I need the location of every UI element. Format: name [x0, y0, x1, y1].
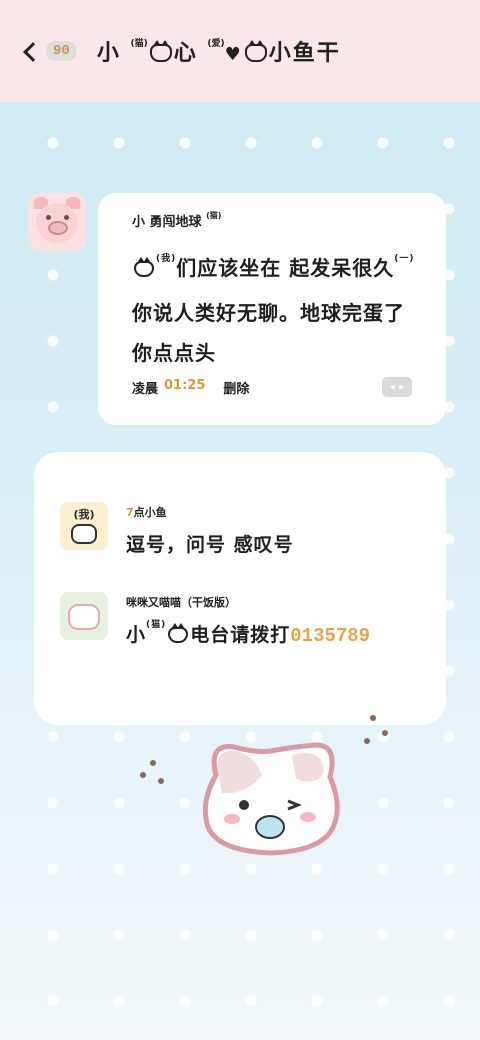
comment-text-part: 电台请拨打 — [190, 624, 291, 646]
title-part: 小 — [96, 41, 121, 66]
title-part: 心 — [173, 41, 198, 66]
commenter-avatar[interactable] — [60, 592, 108, 640]
cat-face-icon — [168, 623, 189, 643]
commenter-name-text: 点小鱼 — [133, 506, 167, 519]
pig-snout — [48, 221, 68, 235]
decor-speck — [370, 715, 376, 721]
comment-content: 咪咪又喵喵（干饭版） 小(猫) 电台请拨打0135789 — [126, 592, 370, 647]
message-line: (我)们应该坐在 起发呆很久(一) — [132, 248, 424, 293]
pig-eye — [64, 215, 69, 220]
time-label: 凌晨 — [132, 382, 159, 397]
post-meta: 凌晨 01:25 删除 — [132, 378, 249, 397]
comments-card: (我) 7点小鱼 逗号，问号 感叹号 咪咪又喵喵（干饭版） 小(猫) 电台请拨打0… — [34, 452, 446, 725]
decor-speck — [140, 772, 146, 778]
author-avatar[interactable] — [28, 193, 86, 251]
chevron-left-icon — [23, 42, 43, 62]
comment-text: 小(猫) 电台请拨打0135789 — [126, 620, 370, 647]
cat-face-icon — [134, 257, 154, 277]
delete-button[interactable]: 删除 — [223, 378, 249, 397]
post-message: (我)们应该坐在 起发呆很久(一) 你说人类好无聊。地球完蛋了 你点点头 — [132, 248, 424, 373]
author-annotation: (猫) — [206, 211, 222, 220]
message-line: 你说人类好无聊。地球完蛋了 — [132, 301, 405, 325]
comment-text-part: 小 — [126, 624, 147, 646]
avatar-label: (我) — [73, 508, 95, 521]
message-annotation: (我) — [156, 254, 177, 264]
comment-text: 逗号，问号 感叹号 — [126, 534, 294, 556]
commenter-avatar[interactable]: (我) — [60, 502, 108, 550]
post-author-name: 小 勇闯地球 — [132, 215, 202, 230]
comment-item[interactable]: (我) 7点小鱼 逗号，问号 感叹号 — [60, 502, 294, 557]
cat-face-icon — [149, 40, 172, 62]
comment-annotation: (猫) — [146, 620, 167, 630]
message-annotation: (一) — [394, 254, 415, 264]
pig-eye — [46, 215, 51, 220]
dot-icon — [391, 385, 395, 389]
decor-speck — [150, 760, 156, 766]
back-button[interactable]: 90 — [23, 41, 77, 62]
post-card: 小 勇闯地球 (猫) (我)们应该坐在 起发呆很久(一) 你说人类好无聊。地球完… — [98, 193, 446, 425]
commenter-name-number: 7 — [126, 506, 134, 519]
decor-speck — [382, 730, 388, 736]
title-part: 小鱼干 — [268, 41, 341, 66]
cat-mascot-illustration — [202, 742, 340, 856]
cat-face-icon — [244, 40, 267, 62]
commenter-name: 咪咪又喵喵（干饭版） — [126, 596, 236, 609]
post-author[interactable]: 小 勇闯地球 (猫) — [132, 211, 424, 230]
dot-icon — [399, 385, 403, 389]
title-annotation: (猫) — [130, 39, 148, 49]
message-line: 你点点头 — [132, 341, 216, 365]
page-title: 小 (猫) 心 (爱)♥ 小鱼干 — [97, 35, 341, 67]
top-bar: 90 小 (猫) 心 (爱)♥ 小鱼干 — [0, 0, 480, 102]
heart-face-icon: ♥ — [224, 44, 243, 65]
decor-speck — [364, 738, 370, 744]
decor-speck — [158, 778, 164, 784]
title-annotation: (爱) — [207, 39, 225, 49]
more-options-button[interactable] — [382, 377, 412, 397]
commenter-name: 7点小鱼 — [126, 504, 294, 520]
message-text: 们应该坐在 起发呆很久 — [176, 256, 395, 280]
phone-number[interactable]: 0135789 — [290, 625, 370, 647]
comment-content: 7点小鱼 逗号，问号 感叹号 — [126, 502, 294, 557]
time-value: 01:25 — [164, 378, 206, 393]
cat-face-icon — [71, 524, 97, 544]
kitten-face-icon — [68, 604, 100, 630]
unread-count-badge: 90 — [46, 41, 77, 61]
comment-item[interactable]: 咪咪又喵喵（干饭版） 小(猫) 电台请拨打0135789 — [60, 592, 370, 647]
